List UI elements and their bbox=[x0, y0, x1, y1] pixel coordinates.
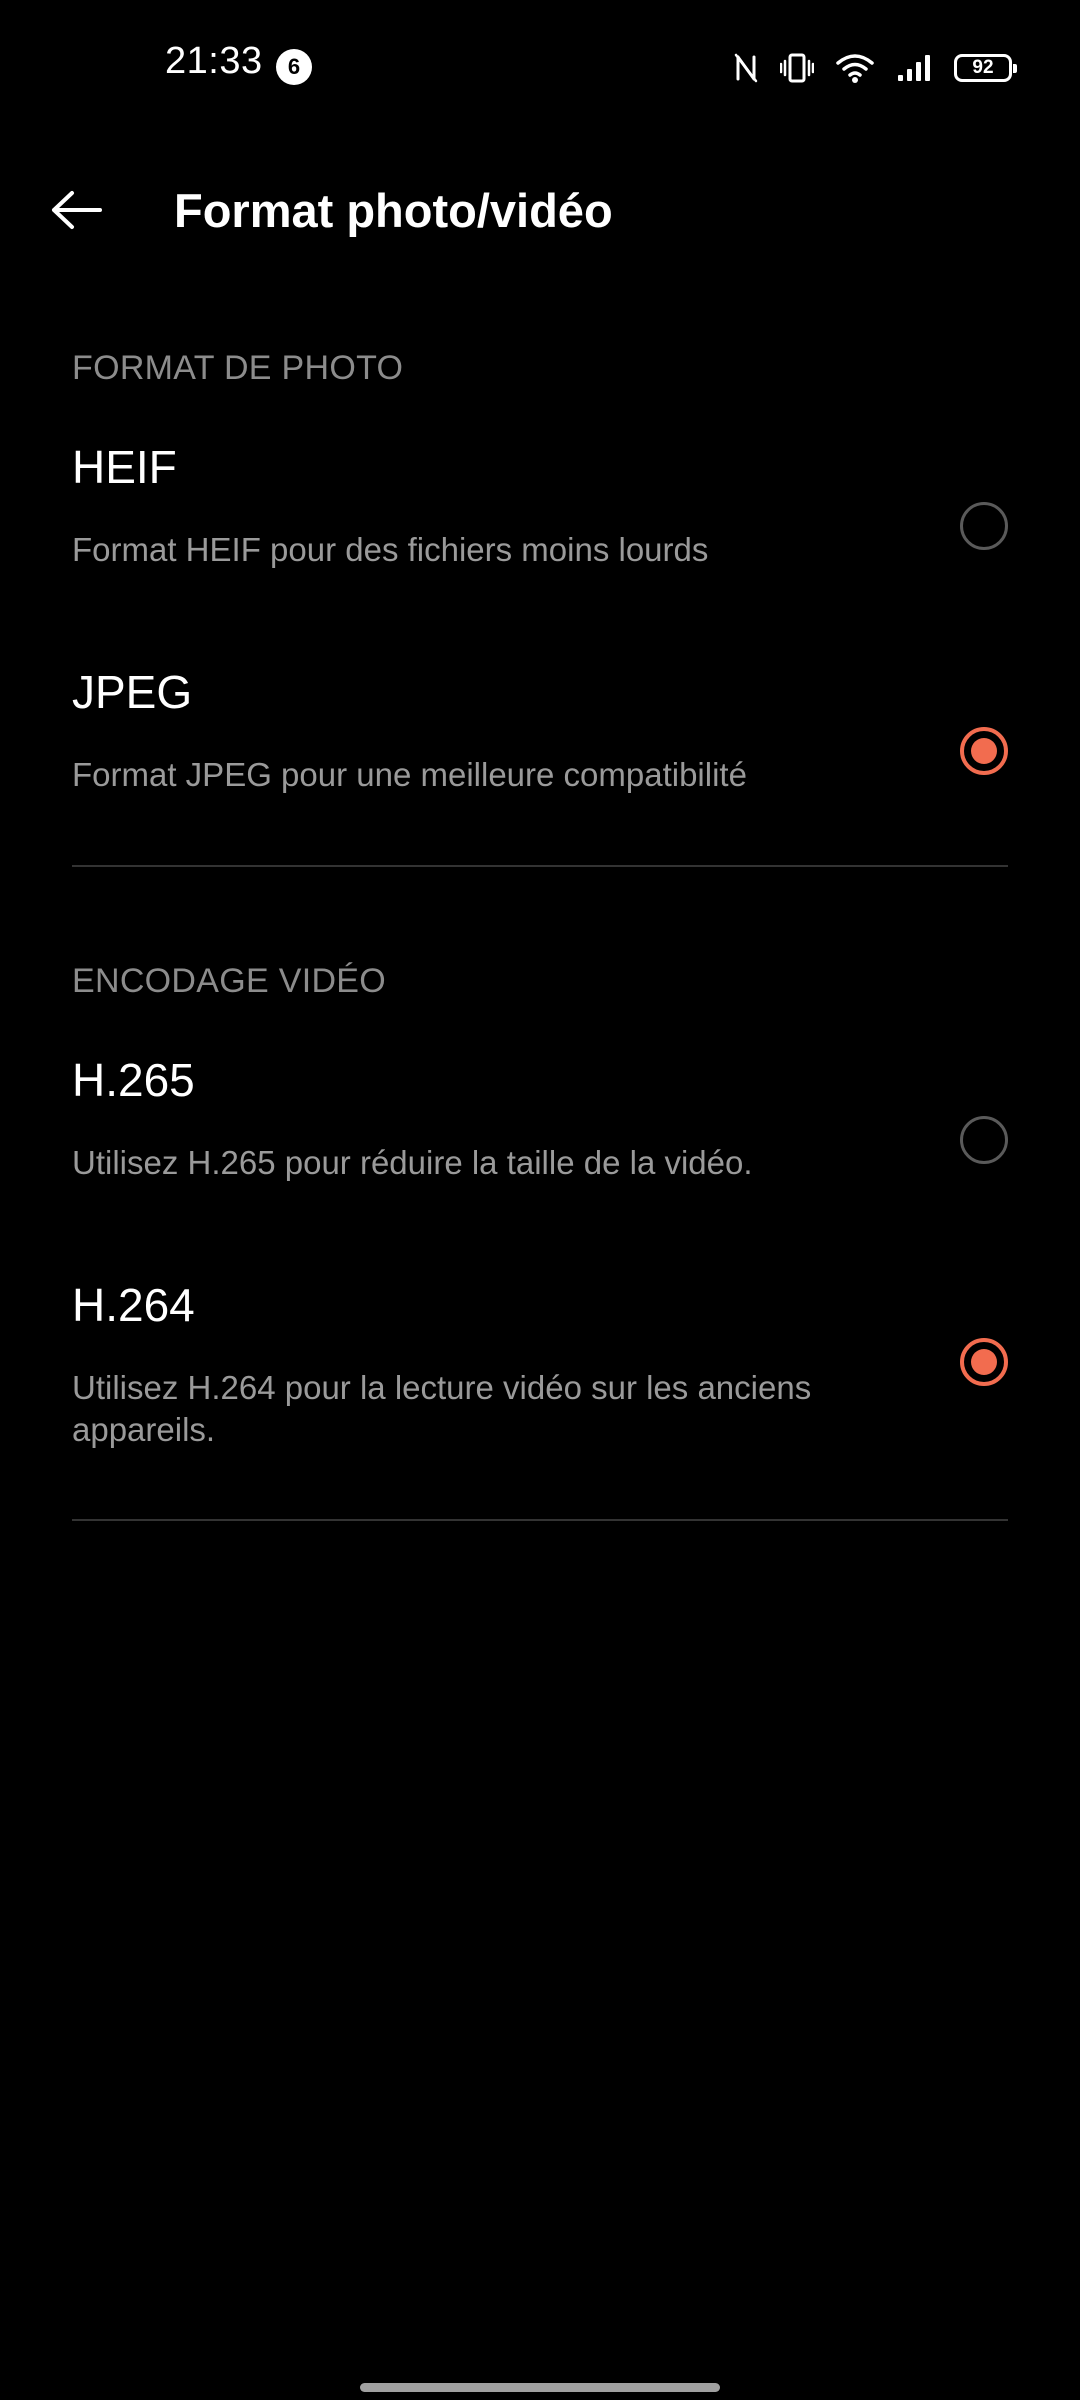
section-label-photo-format: FORMAT DE PHOTO bbox=[72, 349, 404, 387]
option-h264[interactable]: H.264 Utilisez H.264 pour la lecture vid… bbox=[0, 1268, 1080, 1468]
back-button[interactable] bbox=[50, 180, 138, 244]
radio-jpeg[interactable] bbox=[960, 727, 1008, 775]
status-time: 21:33 bbox=[165, 40, 263, 82]
option-title: H.265 bbox=[72, 1054, 195, 1106]
radio-selected-dot bbox=[971, 738, 997, 764]
header: Format photo/vidéo bbox=[0, 150, 1080, 270]
divider bbox=[72, 1519, 1008, 1521]
status-bar: 21:33 6 92 bbox=[0, 0, 1080, 130]
option-jpeg[interactable]: JPEG Format JPEG pour une meilleure comp… bbox=[0, 655, 1080, 855]
radio-h265[interactable] bbox=[960, 1116, 1008, 1164]
option-title: H.264 bbox=[72, 1279, 195, 1331]
vibrate-icon bbox=[780, 52, 814, 84]
option-heif[interactable]: HEIF Format HEIF pour des fichiers moins… bbox=[0, 430, 1080, 630]
radio-selected-dot bbox=[971, 1349, 997, 1375]
home-indicator[interactable] bbox=[360, 2383, 720, 2392]
option-description: Format HEIF pour des fichiers moins lour… bbox=[72, 531, 709, 568]
radio-heif[interactable] bbox=[960, 502, 1008, 550]
option-title: JPEG bbox=[72, 666, 193, 718]
option-description: Utilisez H.264 pour la lecture vidéo sur… bbox=[72, 1369, 812, 1448]
divider bbox=[72, 865, 1008, 867]
page-title: Format photo/vidéo bbox=[174, 184, 613, 237]
wifi-icon bbox=[836, 52, 874, 84]
battery-icon: 92 bbox=[954, 54, 1017, 82]
back-arrow-icon bbox=[50, 190, 102, 235]
signal-icon bbox=[896, 53, 932, 83]
status-icons: 92 bbox=[734, 46, 1017, 90]
option-description: Utilisez H.265 pour réduire la taille de… bbox=[72, 1144, 753, 1181]
radio-h264[interactable] bbox=[960, 1338, 1008, 1386]
option-title: HEIF bbox=[72, 441, 177, 493]
section-label-video-encoding: ENCODAGE VIDÉO bbox=[72, 962, 387, 1000]
nfc-icon bbox=[734, 53, 758, 83]
option-h265[interactable]: H.265 Utilisez H.265 pour réduire la tai… bbox=[0, 1043, 1080, 1243]
notification-count-badge: 6 bbox=[276, 49, 312, 85]
option-description: Format JPEG pour une meilleure compatibi… bbox=[72, 756, 747, 793]
